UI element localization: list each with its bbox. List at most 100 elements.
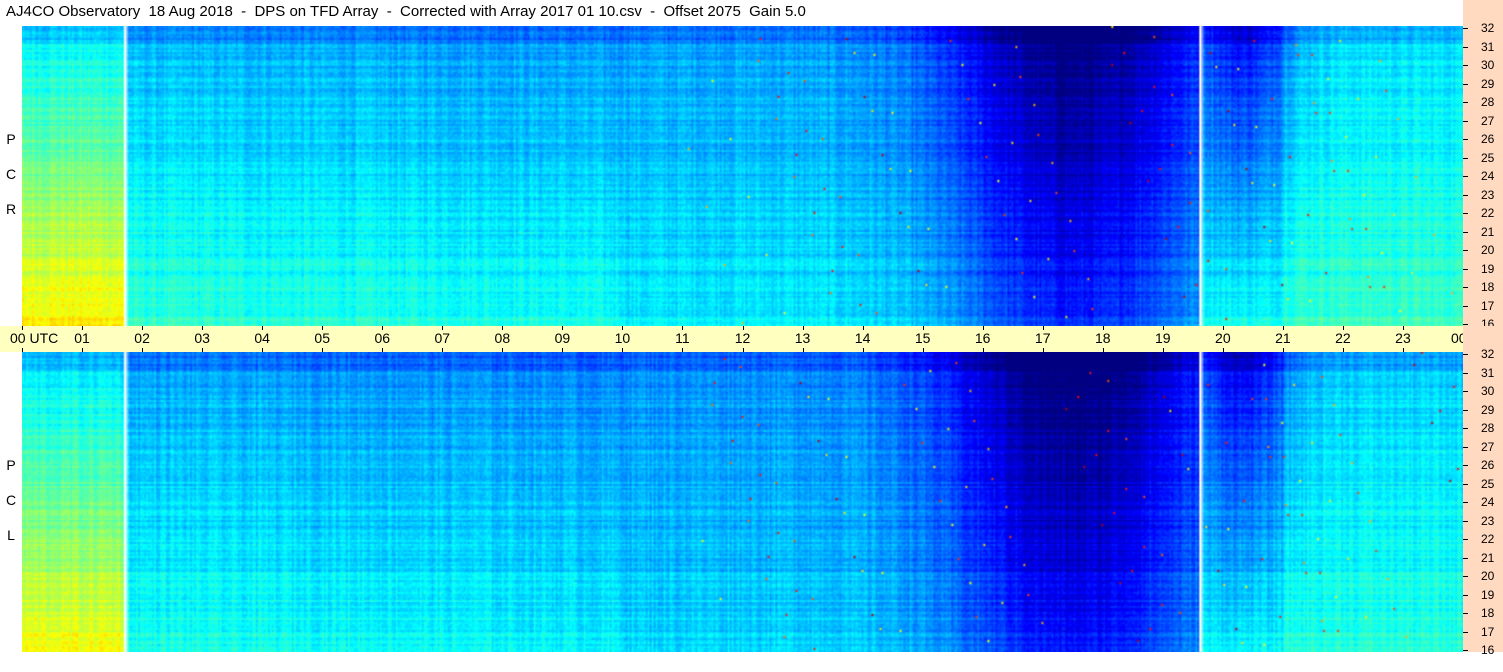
time-tick-mark: [22, 326, 23, 330]
freq-tick-mark: [1463, 305, 1468, 307]
rcp-letter-p: P: [6, 131, 16, 147]
time-tick-label: 05: [314, 330, 330, 346]
freq-tick-label: 22: [1481, 206, 1495, 220]
freq-tick-mark: [1463, 231, 1468, 233]
freq-tick-mark: [1463, 139, 1468, 140]
spectrogram-lcp-canvas: [22, 352, 1463, 652]
spectrogram-rcp-canvas: [22, 26, 1463, 326]
time-tick-mark: [142, 326, 144, 330]
freq-tick-mark: [1463, 194, 1468, 196]
freq-tick-label: 25: [1481, 476, 1495, 491]
lcp-letter-l: L: [7, 527, 15, 543]
freq-tick-label: 21: [1481, 224, 1495, 239]
rcp-letter-r: R: [5, 201, 17, 217]
time-tick-mark: [742, 326, 744, 330]
freq-tick-label: 23: [1481, 187, 1495, 202]
time-tick-mark: [862, 326, 864, 330]
time-tick-label: 12: [734, 330, 751, 346]
freq-tick-label: 17: [1481, 298, 1495, 313]
freq-tick-mark: [1463, 576, 1468, 577]
time-tick-mark: [922, 326, 924, 330]
time-tick-mark: [802, 326, 804, 330]
freq-tick-mark: [1463, 287, 1468, 288]
freq-tick-mark: [1463, 250, 1468, 251]
freq-tick-label: 30: [1481, 384, 1495, 398]
freq-tick-label: 19: [1481, 587, 1495, 602]
time-tick-label: 14: [854, 330, 871, 346]
freq-tick-label: 27: [1481, 439, 1495, 454]
time-tick-mark: [382, 326, 384, 330]
freq-tick-label: 31: [1481, 39, 1495, 54]
time-tick-label: 21: [1275, 330, 1291, 346]
freq-tick-mark: [1463, 46, 1468, 48]
freq-tick-label: 20: [1481, 569, 1495, 583]
time-tick-mark: [1402, 326, 1404, 330]
time-tick-label: 15: [914, 330, 931, 346]
time-tick-mark: [1162, 326, 1164, 330]
time-tick-mark: [1342, 326, 1344, 330]
freq-axis-lcp: 32 31 30 29 28 27 26 25 24 23 22 21 20 19 18 17 16: [1463, 347, 1503, 657]
freq-tick-label: 28: [1481, 95, 1495, 109]
freq-tick-label: 16: [1481, 643, 1495, 657]
time-tick-mark: [202, 326, 204, 330]
freq-tick-mark: [1463, 354, 1468, 355]
time-tick-mark: [1102, 326, 1104, 330]
freq-tick-mark: [1463, 465, 1468, 466]
freq-tick-mark: [1463, 28, 1468, 29]
rcp-letter-c: C: [5, 166, 17, 182]
rcp-label-strip: R C P: [0, 26, 23, 326]
time-tick-mark: [1042, 326, 1044, 330]
freq-tick-label: 30: [1481, 58, 1495, 72]
freq-tick-label: 28: [1481, 421, 1495, 435]
time-tick-label: 16: [974, 330, 991, 346]
spectrogram-rcp: [22, 26, 1463, 326]
time-tick-label: 17: [1034, 330, 1051, 346]
freq-axis-rcp: 32 31 30 29 28 27 26 25 24 23 22 21 20 19 18 17 16: [1463, 21, 1503, 331]
time-tick-label: 13: [794, 330, 811, 346]
time-tick-label: 19: [1154, 330, 1171, 346]
time-tick-label: 09: [554, 330, 571, 346]
freq-tick-label: 17: [1481, 624, 1495, 639]
time-tick-label: 03: [194, 330, 210, 346]
time-tick-mark: [1222, 326, 1224, 330]
freq-tick-label: 32: [1481, 21, 1495, 35]
freq-tick-mark: [1463, 502, 1468, 503]
time-tick-mark: [982, 326, 984, 330]
freq-tick-label: 21: [1481, 550, 1495, 565]
freq-tick-label: 20: [1481, 243, 1495, 257]
time-tick-mark: [502, 326, 504, 330]
freq-tick-label: 32: [1481, 347, 1495, 361]
freq-tick-mark: [1463, 483, 1468, 485]
freq-tick-mark: [1463, 83, 1468, 85]
freq-tick-mark: [1463, 120, 1468, 122]
lcp-letter-p: P: [6, 457, 16, 473]
time-tick-label: 06: [374, 330, 391, 346]
freq-tick-mark: [1463, 539, 1468, 540]
freq-tick-label: 25: [1481, 150, 1495, 165]
freq-tick-label: 18: [1481, 280, 1495, 294]
time-tick-label: 07: [434, 330, 451, 346]
freq-tick-mark: [1463, 324, 1468, 325]
time-tick-mark: [562, 326, 564, 330]
freq-tick-label: 26: [1481, 132, 1495, 146]
time-tick-label: 02: [134, 330, 150, 346]
time-tick-mark: [322, 326, 324, 330]
spectrogram-lcp: [22, 352, 1463, 652]
freq-tick-mark: [1463, 557, 1468, 559]
freq-tick-mark: [1463, 372, 1468, 374]
freq-tick-mark: [1463, 268, 1468, 270]
freq-tick-mark: [1463, 213, 1468, 214]
freq-tick-label: 24: [1481, 495, 1495, 509]
time-tick-label: 10: [614, 330, 631, 346]
freq-tick-mark: [1463, 157, 1468, 159]
time-tick-mark: [682, 326, 684, 330]
freq-tick-mark: [1463, 594, 1468, 596]
freq-tick-mark: [1463, 391, 1468, 392]
time-tick-mark: [622, 326, 624, 330]
freq-tick-label: 18: [1481, 606, 1495, 620]
freq-tick-label: 19: [1481, 261, 1495, 276]
freq-tick-label: 29: [1481, 76, 1495, 91]
freq-tick-label: 24: [1481, 169, 1495, 183]
time-tick-label: 20: [1215, 330, 1231, 346]
time-tick-label: 04: [254, 330, 270, 346]
